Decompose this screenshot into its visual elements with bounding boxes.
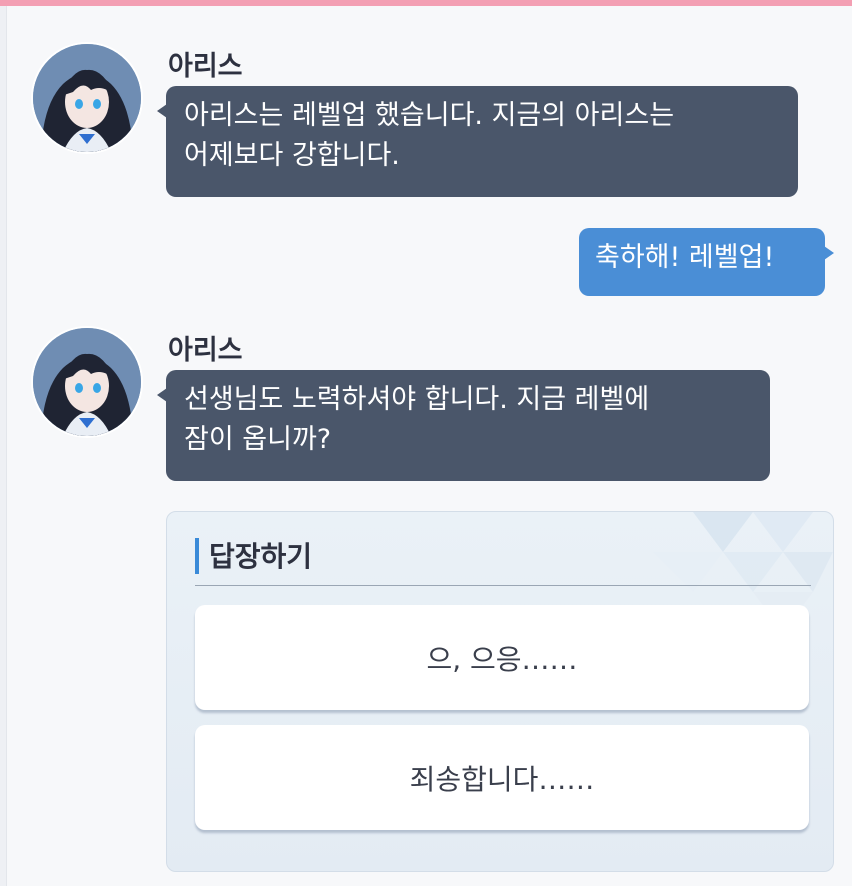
top-accent-bar bbox=[0, 0, 852, 6]
message-line: 어제보다 강합니다. bbox=[184, 140, 400, 171]
message-line: 아리스는 레벨업 했습니다. 지금의 아리스는 bbox=[184, 100, 675, 131]
incoming-message-bubble: 선생님도 노력하셔야 합니다. 지금 레벨에 잠이 옵니까? bbox=[157, 370, 770, 481]
reply-option-button[interactable]: 으, 으응…… bbox=[195, 605, 809, 710]
sender-name: 아리스 bbox=[168, 335, 243, 366]
outgoing-message-bubble: 축하해! 레벨업! bbox=[579, 228, 834, 296]
student-avatar-icon[interactable] bbox=[33, 328, 141, 436]
reply-title: 답장하기 bbox=[209, 540, 313, 573]
message-line: 잠이 옵니까? bbox=[184, 424, 332, 455]
reply-divider bbox=[195, 585, 811, 586]
sender-name: 아리스 bbox=[168, 51, 243, 82]
reply-panel: 답장하기 으, 으응…… 죄송합니다…… bbox=[166, 511, 834, 872]
left-panel-edge bbox=[0, 6, 7, 886]
message-line: 축하해! 레벨업! bbox=[595, 242, 775, 273]
student-avatar-icon[interactable] bbox=[33, 44, 141, 152]
incoming-message-bubble: 아리스는 레벨업 했습니다. 지금의 아리스는 어제보다 강합니다. bbox=[157, 86, 798, 197]
message-line: 선생님도 노력하셔야 합니다. 지금 레벨에 bbox=[184, 384, 650, 415]
reply-option-button[interactable]: 죄송합니다…… bbox=[195, 725, 809, 830]
reply-title-accent bbox=[195, 538, 199, 574]
